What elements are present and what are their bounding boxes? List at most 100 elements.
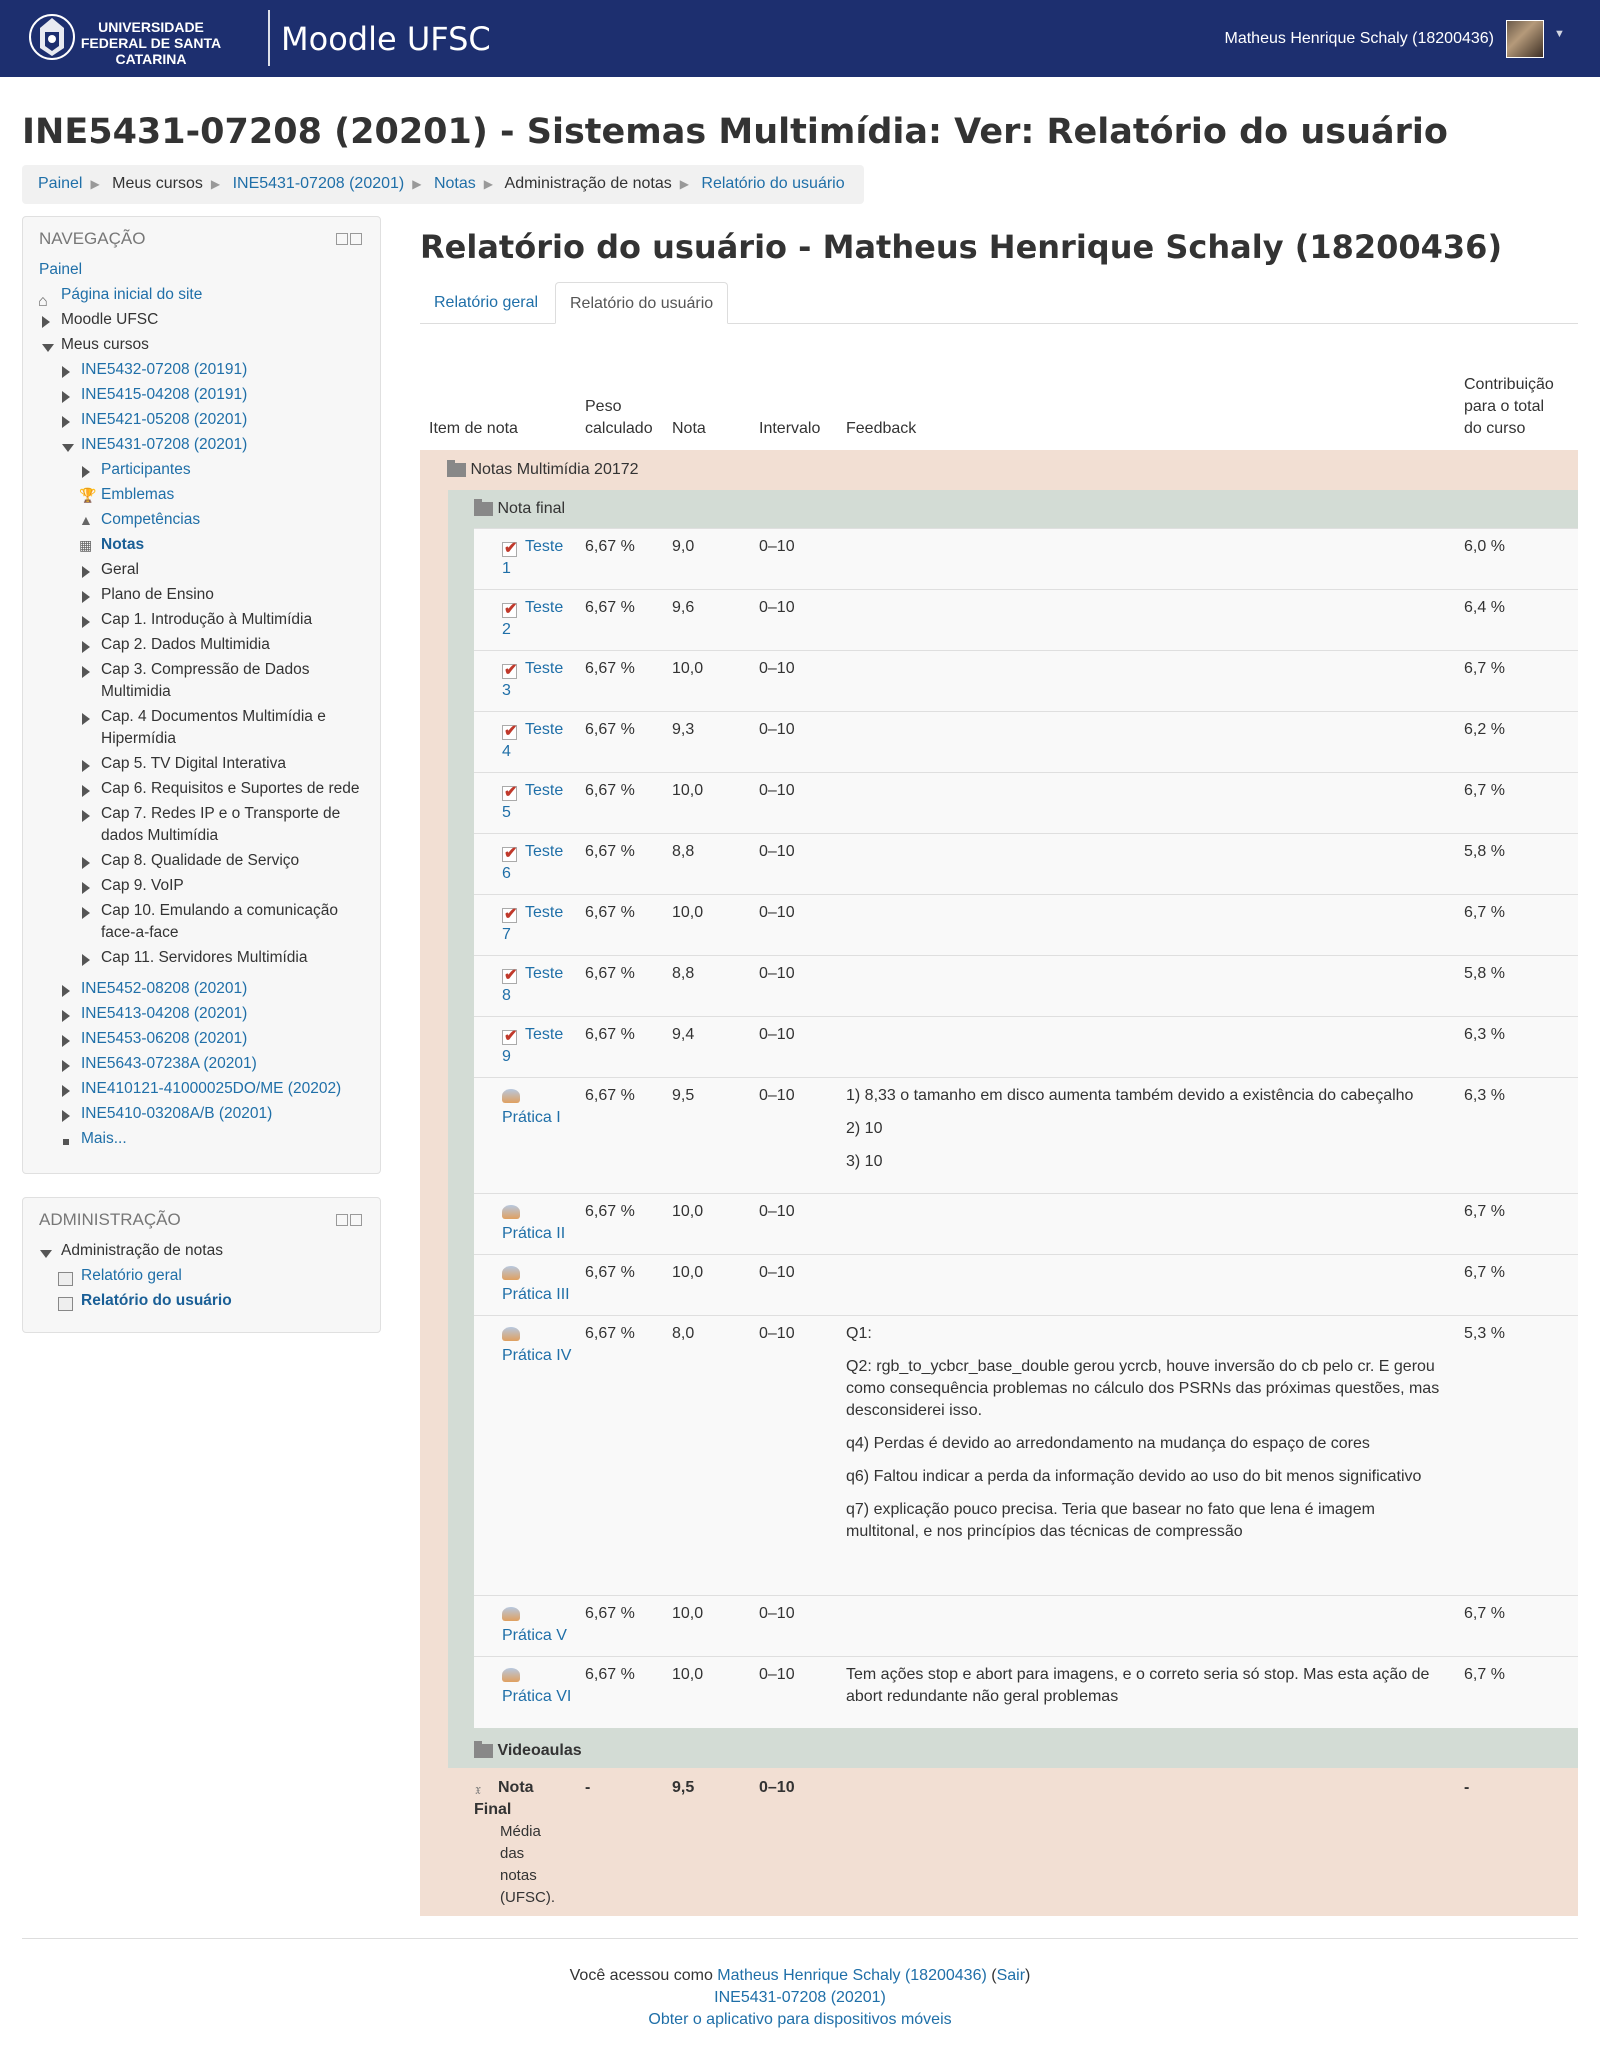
nav-section-item[interactable]: Plano de Ensino bbox=[101, 586, 214, 604]
nav-section-item[interactable]: Cap. 4 Documentos Multimídia e bbox=[101, 708, 326, 726]
collapsed-arrow-icon[interactable] bbox=[82, 566, 90, 578]
collapsed-arrow-icon[interactable] bbox=[62, 416, 70, 428]
nav-grades[interactable]: Notas bbox=[101, 536, 144, 554]
collapsed-arrow-icon[interactable] bbox=[62, 985, 70, 997]
nav-section-item[interactable]: Cap 6. Requisitos e Suportes de rede bbox=[101, 780, 360, 798]
breadcrumb-notas[interactable]: Notas bbox=[434, 175, 476, 192]
nav-section-item[interactable]: Cap 5. TV Digital Interativa bbox=[101, 755, 286, 773]
collapsed-arrow-icon[interactable] bbox=[82, 785, 90, 797]
collapsed-arrow-icon[interactable] bbox=[62, 1035, 70, 1047]
quiz-number[interactable]: 4 bbox=[502, 741, 511, 763]
collapse-icon[interactable] bbox=[336, 233, 348, 245]
admin-grades-administration[interactable]: Administração de notas bbox=[61, 1242, 223, 1260]
nav-course-item[interactable]: INE5410-03208A/B (20201) bbox=[81, 1105, 272, 1123]
collapsed-arrow-icon[interactable] bbox=[82, 616, 90, 628]
nav-course-item[interactable]: INE5415-04208 (20191) bbox=[81, 386, 247, 404]
quiz-link[interactable]: Teste bbox=[525, 597, 563, 619]
nav-course-item[interactable]: INE5432-07208 (20191) bbox=[81, 361, 247, 379]
nav-course-item[interactable]: INE5453-06208 (20201) bbox=[81, 1030, 247, 1048]
admin-user-report[interactable]: Relatório do usuário bbox=[81, 1292, 232, 1310]
collapsed-arrow-icon[interactable] bbox=[82, 641, 90, 653]
nav-section-item[interactable]: Cap 7. Redes IP e o Transporte de bbox=[101, 805, 340, 823]
collapsed-arrow-icon[interactable] bbox=[82, 713, 90, 725]
nav-course-item[interactable]: INE5643-07238A (20201) bbox=[81, 1055, 257, 1073]
nav-section-item[interactable]: Geral bbox=[101, 561, 139, 579]
block-controls[interactable] bbox=[334, 233, 362, 248]
user-menu-name[interactable]: Matheus Henrique Schaly (18200436) bbox=[1225, 30, 1495, 48]
admin-general-report[interactable]: Relatório geral bbox=[81, 1267, 182, 1285]
tab-user-report[interactable]: Relatório do usuário bbox=[555, 282, 729, 324]
nav-more[interactable]: Mais... bbox=[81, 1130, 127, 1148]
assignment-link[interactable]: Prática VI bbox=[502, 1686, 571, 1708]
breadcrumb-user-report[interactable]: Relatório do usuário bbox=[701, 175, 844, 192]
nav-section-item[interactable]: Cap 3. Compressão de Dados bbox=[101, 661, 310, 679]
dock-icon[interactable] bbox=[350, 1214, 362, 1226]
collapsed-arrow-icon[interactable] bbox=[82, 760, 90, 772]
collapsed-arrow-icon[interactable] bbox=[62, 1110, 70, 1122]
nav-painel[interactable]: Painel bbox=[39, 261, 82, 279]
nav-my-courses[interactable]: Meus cursos bbox=[61, 336, 149, 354]
tab-general-report[interactable]: Relatório geral bbox=[420, 282, 552, 324]
quiz-number[interactable]: 1 bbox=[502, 558, 511, 580]
collapsed-arrow-icon[interactable] bbox=[42, 316, 50, 328]
quiz-number[interactable]: 9 bbox=[502, 1046, 511, 1068]
footer-user-link[interactable]: Matheus Henrique Schaly (18200436) bbox=[717, 1967, 987, 1984]
collapsed-arrow-icon[interactable] bbox=[62, 1060, 70, 1072]
collapsed-arrow-icon[interactable] bbox=[82, 857, 90, 869]
quiz-number[interactable]: 2 bbox=[502, 619, 511, 641]
quiz-number[interactable]: 8 bbox=[502, 985, 511, 1007]
assignment-link[interactable]: Prática III bbox=[502, 1284, 570, 1306]
quiz-number[interactable]: 3 bbox=[502, 680, 511, 702]
collapsed-arrow-icon[interactable] bbox=[62, 1010, 70, 1022]
block-controls[interactable] bbox=[334, 1214, 362, 1229]
expanded-arrow-icon[interactable] bbox=[42, 344, 54, 352]
ufsc-logo-icon[interactable] bbox=[28, 10, 76, 64]
chevron-down-icon[interactable]: ▼ bbox=[1554, 28, 1565, 40]
nav-course-item[interactable]: INE5421-05208 (20201) bbox=[81, 411, 247, 429]
site-name[interactable]: Moodle UFSC bbox=[281, 20, 491, 58]
dock-icon[interactable] bbox=[350, 233, 362, 245]
quiz-link[interactable]: Teste bbox=[525, 658, 563, 680]
expanded-arrow-icon[interactable] bbox=[40, 1250, 52, 1258]
nav-moodle-ufsc[interactable]: Moodle UFSC bbox=[61, 311, 158, 329]
nav-section-item[interactable]: Cap 8. Qualidade de Serviço bbox=[101, 852, 299, 870]
footer-logout-link[interactable]: Sair bbox=[997, 1967, 1025, 1984]
breadcrumb-course[interactable]: INE5431-07208 (20201) bbox=[233, 175, 405, 192]
avatar[interactable] bbox=[1506, 20, 1544, 58]
quiz-link[interactable]: Teste bbox=[525, 902, 563, 924]
collapsed-arrow-icon[interactable] bbox=[82, 882, 90, 894]
nav-course-item[interactable]: INE5431-07208 (20201) bbox=[81, 436, 247, 454]
nav-section-item[interactable]: Cap 11. Servidores Multimídia bbox=[101, 949, 307, 967]
quiz-link[interactable]: Teste bbox=[525, 536, 563, 558]
quiz-number[interactable]: 7 bbox=[502, 924, 511, 946]
assignment-link[interactable]: Prática I bbox=[502, 1107, 561, 1129]
footer-mobile-app-link[interactable]: Obter o aplicativo para dispositivos móv… bbox=[22, 2009, 1578, 2031]
assignment-link[interactable]: Prática II bbox=[502, 1223, 565, 1245]
quiz-number[interactable]: 5 bbox=[502, 802, 511, 824]
quiz-link[interactable]: Teste bbox=[525, 1024, 563, 1046]
nav-competencies[interactable]: Competências bbox=[101, 511, 200, 529]
assignment-link[interactable]: Prática IV bbox=[502, 1345, 571, 1367]
collapsed-arrow-icon[interactable] bbox=[82, 810, 90, 822]
quiz-number[interactable]: 6 bbox=[502, 863, 511, 885]
nav-course-item[interactable]: INE5413-04208 (20201) bbox=[81, 1005, 247, 1023]
nav-site-home[interactable]: Página inicial do site bbox=[61, 286, 202, 304]
nav-section-item[interactable]: Cap 2. Dados Multimidia bbox=[101, 636, 270, 654]
nav-section-item[interactable]: Cap 9. VoIP bbox=[101, 877, 184, 895]
quiz-link[interactable]: Teste bbox=[525, 841, 563, 863]
collapsed-arrow-icon[interactable] bbox=[62, 391, 70, 403]
expanded-arrow-icon[interactable] bbox=[62, 444, 74, 452]
collapsed-arrow-icon[interactable] bbox=[82, 954, 90, 966]
collapse-icon[interactable] bbox=[336, 1214, 348, 1226]
collapsed-arrow-icon[interactable] bbox=[62, 1085, 70, 1097]
collapsed-arrow-icon[interactable] bbox=[82, 907, 90, 919]
breadcrumb-painel[interactable]: Painel bbox=[38, 175, 82, 192]
quiz-link[interactable]: Teste bbox=[525, 780, 563, 802]
collapsed-arrow-icon[interactable] bbox=[82, 591, 90, 603]
collapsed-arrow-icon[interactable] bbox=[82, 466, 90, 478]
nav-badges[interactable]: Emblemas bbox=[101, 486, 174, 504]
nav-course-item[interactable]: INE5452-08208 (20201) bbox=[81, 980, 247, 998]
nav-participants[interactable]: Participantes bbox=[101, 461, 191, 479]
quiz-link[interactable]: Teste bbox=[525, 963, 563, 985]
collapsed-arrow-icon[interactable] bbox=[62, 366, 70, 378]
